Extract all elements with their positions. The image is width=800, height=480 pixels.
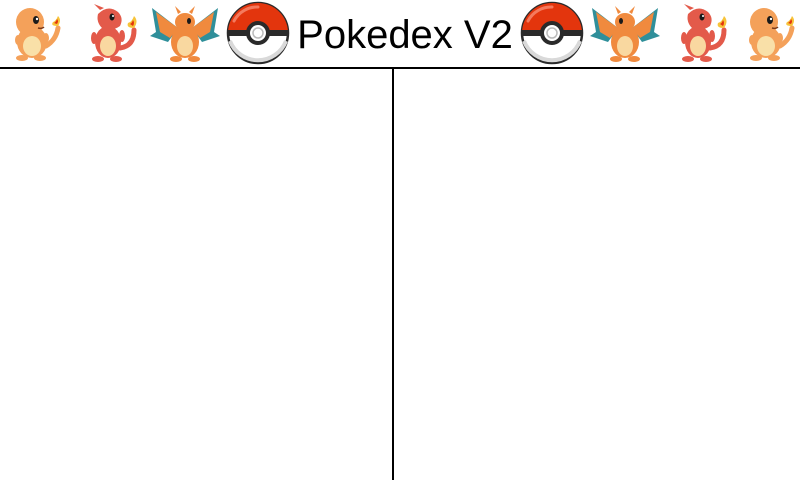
charmeleon-icon [80,2,142,64]
right-panel[interactable] [394,69,800,480]
charmeleon-icon [670,2,732,64]
charizard-icon [588,2,662,64]
charmander-icon [2,2,64,64]
header-bar: Pokedex V2 [0,0,800,67]
pokeball-icon [226,1,290,65]
left-panel[interactable] [0,69,392,480]
page-title: Pokedex V2 [297,13,513,57]
charizard-icon [148,2,222,64]
pokeball-icon [520,1,584,65]
charmander-icon [736,2,798,64]
